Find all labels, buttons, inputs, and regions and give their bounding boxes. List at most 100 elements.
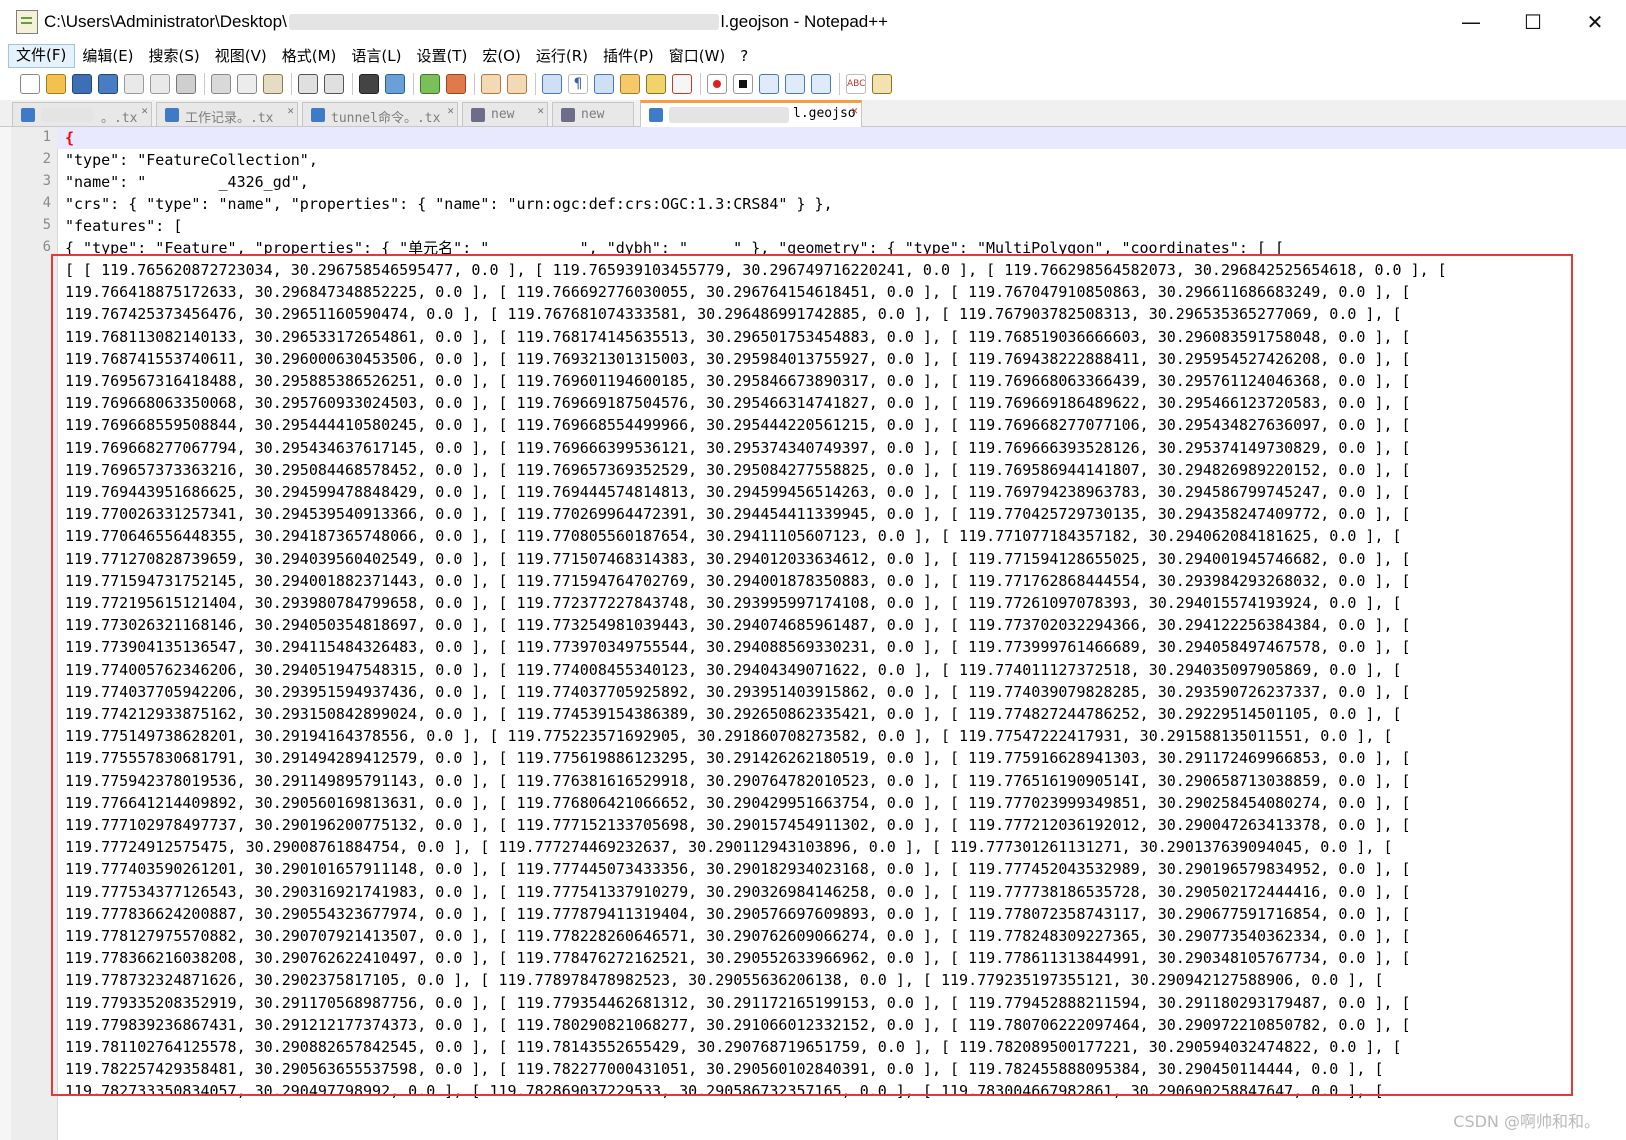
paste-icon[interactable] (263, 74, 283, 94)
menu-bar: 文件(F) 编辑(E) 搜索(S) 视图(V) 格式(M) 语言(L) 设置(T… (0, 44, 1626, 68)
redacted-tab-name (669, 107, 789, 123)
coordinate-line: 119.773904135136547, 30.294115484326483,… (65, 638, 1411, 657)
toolbar-separator (474, 73, 475, 95)
toolbar-separator (413, 73, 414, 95)
close-all-icon[interactable] (150, 74, 170, 94)
coordinate-line: 119.782257429358481, 30.290563655537598,… (65, 1060, 1384, 1079)
tab-file-3[interactable]: tunnel命令。.tx ✕ (302, 102, 458, 126)
coordinate-line: 119.774212933875162, 30.293150842899024,… (65, 705, 1402, 723)
redo-icon[interactable] (324, 74, 344, 94)
new-file-icon[interactable] (20, 74, 40, 94)
tab-close-icon[interactable]: ✕ (537, 104, 544, 117)
current-line-highlight (57, 127, 1626, 149)
menu-view[interactable]: 视图(V) (208, 45, 275, 67)
menu-format[interactable]: 格式(M) (275, 45, 345, 67)
document-map-icon[interactable] (646, 74, 666, 94)
tab-file-1[interactable]: 。.tx ✕ (12, 102, 152, 126)
menu-help[interactable]: ? (733, 45, 756, 67)
undo-icon[interactable] (298, 74, 318, 94)
replace-icon[interactable] (385, 74, 405, 94)
coordinate-line: 119.779335208352919, 30.291170568987756,… (65, 993, 1411, 1012)
coordinate-line: [ [ 119.765620872723034, 30.296758546595… (65, 261, 1447, 279)
saved-file-icon (311, 108, 325, 122)
coordinate-line: 119.781102764125578, 30.290882657842545,… (65, 1038, 1402, 1056)
spell-check-icon[interactable]: ABC (846, 74, 866, 94)
tab-bar: 。.tx ✕ 工作记录。.tx ✕ tunnel命令。.tx ✕ new ✕ n… (0, 100, 1626, 127)
save-macro-icon[interactable] (811, 74, 831, 94)
menu-edit[interactable]: 编辑(E) (75, 45, 141, 67)
coordinate-line: 119.777102978497737, 30.290196200775132,… (65, 816, 1411, 834)
tab-label: l.geojso (793, 106, 856, 121)
line-number-gutter (11, 127, 58, 1140)
coordinate-line: 119.775149738628201, 30.29194164378556, … (65, 727, 1393, 746)
record-macro-icon[interactable] (707, 74, 727, 94)
toolbar-separator (535, 73, 536, 95)
tab-close-icon[interactable]: ✕ (447, 104, 454, 117)
coordinate-line: 119.772195615121404, 30.293980784799658,… (65, 594, 1402, 612)
toolbar-separator (839, 73, 840, 95)
coordinate-line: 119.775942378019536, 30.291149895791143,… (65, 771, 1411, 790)
line-number: 3 (42, 173, 51, 189)
plugin-icon[interactable] (872, 74, 892, 94)
menu-search[interactable]: 搜索(S) (142, 45, 208, 67)
save-icon[interactable] (72, 74, 92, 94)
coordinate-line: 119.769567316418488, 30.295885386526251,… (65, 372, 1411, 390)
coordinate-line: 119.774005762346206, 30.294051947548315,… (65, 660, 1402, 679)
indent-guide-icon[interactable] (594, 74, 614, 94)
tab-label: 工作记录。.tx (185, 111, 274, 126)
coordinate-line: 119.777836624200887, 30.290554323677974,… (65, 904, 1411, 923)
menu-language[interactable]: 语言(L) (344, 45, 409, 67)
stop-record-icon[interactable] (733, 74, 753, 94)
coordinate-line: 119.768113082140133, 30.296533172654861,… (65, 327, 1411, 346)
unsaved-file-icon (561, 108, 575, 122)
window-title-prefix: C:\Users\Administrator\Desktop\ (44, 12, 287, 31)
tab-file-4[interactable]: new ✕ (462, 102, 548, 126)
show-all-chars-icon[interactable]: ¶ (568, 74, 588, 94)
function-list-icon[interactable] (672, 74, 692, 94)
menu-plugins[interactable]: 插件(P) (596, 45, 662, 67)
code-line-3: "name": " _4326_gd", (65, 173, 309, 191)
coordinate-line: 119.778732324871626, 30.2902375817105, 0… (65, 971, 1384, 990)
zoom-out-icon[interactable] (446, 74, 466, 94)
coordinate-line: 119.769443951686625, 30.294599478848429,… (65, 483, 1411, 501)
close-file-icon[interactable] (124, 74, 144, 94)
notepadpp-icon (16, 10, 38, 34)
sync-vertical-icon[interactable] (481, 74, 501, 94)
maximize-button[interactable]: ☐ (1502, 0, 1564, 44)
menu-window[interactable]: 窗口(W) (662, 45, 734, 67)
zoom-in-icon[interactable] (420, 74, 440, 94)
copy-icon[interactable] (237, 74, 257, 94)
user-defined-language-icon[interactable] (620, 74, 640, 94)
tab-file-2[interactable]: 工作记录。.tx ✕ (156, 102, 298, 126)
tab-label: 。.tx (101, 111, 138, 126)
word-wrap-icon[interactable] (542, 74, 562, 94)
code-line-6: { "type": "Feature", "properties": { "单元… (65, 239, 1284, 257)
close-button[interactable]: ✕ (1564, 0, 1626, 44)
coordinate-line: 119.775557830681791, 30.291494289412579,… (65, 749, 1411, 768)
coordinate-line: 119.777534377126543, 30.290316921741983,… (65, 882, 1411, 901)
tab-label: new (491, 107, 515, 122)
save-all-icon[interactable] (98, 74, 118, 94)
menu-settings[interactable]: 设置(T) (409, 45, 475, 67)
code-line-1: { (65, 127, 74, 149)
run-macro-multiple-icon[interactable] (785, 74, 805, 94)
editor[interactable]: 1 2 3 4 5 6 { "type": "FeatureCollection… (0, 127, 1626, 1140)
saved-file-icon (165, 108, 179, 122)
tab-close-icon[interactable]: ✕ (141, 104, 148, 117)
play-macro-icon[interactable] (759, 74, 779, 94)
tab-active-geojson[interactable]: l.geojso ✕ (640, 100, 862, 127)
find-icon[interactable] (359, 74, 379, 94)
tab-file-5[interactable]: new (552, 102, 634, 126)
line-number: 2 (42, 151, 51, 167)
tab-close-icon[interactable]: ✕ (287, 104, 294, 117)
coordinate-line: 119.768741553740611, 30.296000630453506,… (65, 349, 1411, 368)
menu-macro[interactable]: 宏(O) (475, 45, 529, 67)
menu-run[interactable]: 运行(R) (529, 45, 596, 67)
cut-icon[interactable] (211, 74, 231, 94)
open-file-icon[interactable] (46, 74, 66, 94)
menu-file[interactable]: 文件(F) (8, 44, 76, 68)
minimize-button[interactable]: — (1440, 0, 1502, 44)
sync-horizontal-icon[interactable] (507, 74, 527, 94)
print-icon[interactable] (176, 74, 196, 94)
tab-close-icon[interactable]: ✕ (851, 104, 858, 117)
